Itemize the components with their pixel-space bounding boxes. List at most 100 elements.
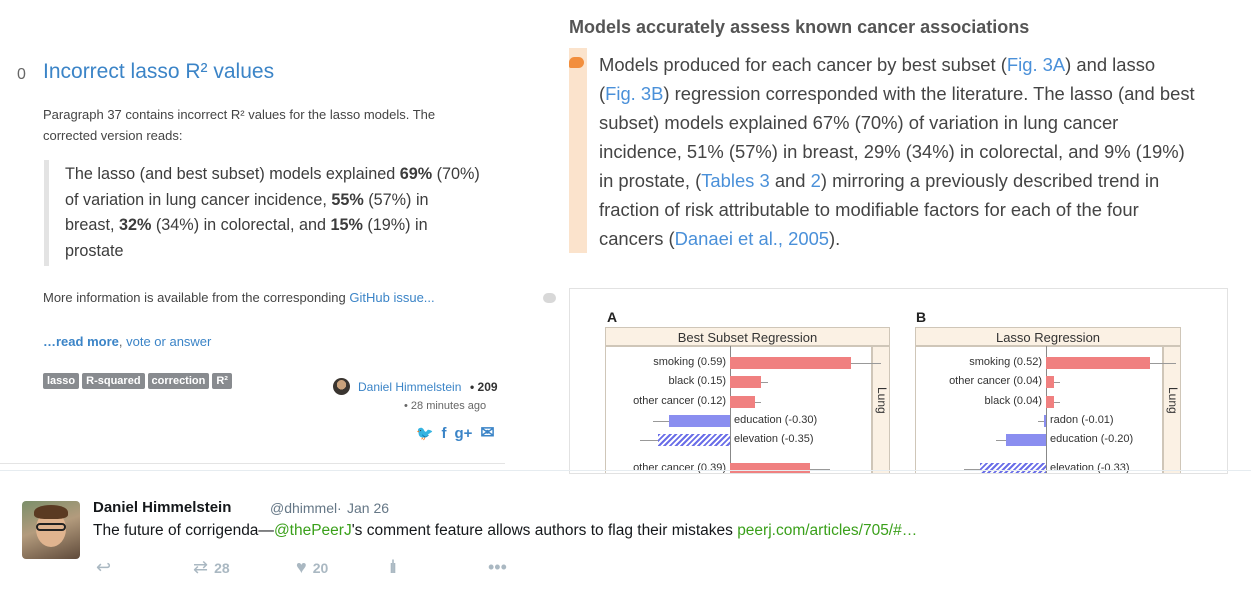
- question-title-link[interactable]: Incorrect lasso R² values: [43, 60, 274, 84]
- tag[interactable]: correction: [147, 373, 210, 389]
- panel-b-bar-label: other cancer (0.04): [949, 375, 1042, 387]
- tag[interactable]: lasso: [43, 373, 80, 389]
- retweet-button[interactable]: ⇄ 28: [193, 557, 230, 578]
- comment-bubble-icon[interactable]: [569, 57, 584, 68]
- google-plus-icon[interactable]: g+: [454, 425, 472, 442]
- tweet-author-name[interactable]: Daniel Himmelstein: [93, 499, 231, 516]
- panel-a-bar-label: black (0.15): [668, 375, 726, 387]
- author-name-link[interactable]: Daniel Himmelstein: [358, 380, 461, 394]
- paragraph-line: cancers (Danaei et al., 2005).: [599, 228, 841, 249]
- reply-icon: ↩: [96, 557, 112, 577]
- reference-link[interactable]: Danaei et al., 2005: [675, 228, 829, 249]
- panel-a-error-bar: [760, 382, 769, 383]
- panel-b-bar-label: radon (-0.01): [1050, 414, 1114, 426]
- panel-a-bar-label: elevation (-0.35): [734, 433, 814, 445]
- divider: [0, 470, 1251, 471]
- paragraph-line: in prostate, (Tables 3 and 2) mirroring …: [599, 170, 1160, 191]
- panel-a-bar-label: education (-0.30): [734, 414, 818, 426]
- tag-list: lasso R-squared correction R²: [43, 373, 232, 389]
- author-avatar[interactable]: [333, 378, 350, 395]
- panel-b-bar: [1006, 434, 1046, 446]
- panel-b-bar: [980, 463, 1046, 473]
- panel-a-bar: [730, 376, 761, 388]
- author-reputation: • 209: [470, 380, 498, 394]
- panel-b-title: Lasso Regression: [915, 327, 1181, 346]
- panel-letter-a: A: [607, 309, 618, 325]
- vote-or-answer-link[interactable]: vote or answer: [126, 334, 211, 349]
- panel-a-error-bar: [640, 440, 659, 441]
- paragraph-line: subset) models explained 67% (70%) of va…: [599, 112, 1119, 133]
- panel-a-bar-label: other cancer (0.39): [633, 462, 726, 474]
- comment-highlight-bar[interactable]: [569, 48, 587, 253]
- tweet-author-handle[interactable]: @dhimmel: [270, 500, 337, 516]
- panel-b-bar-label: education (-0.20): [1050, 433, 1134, 445]
- analytics-button[interactable]: ılı: [389, 557, 397, 578]
- paragraph-line: Models produced for each cancer by best …: [599, 54, 1156, 75]
- paragraph-line: fraction of risk attributable to modifia…: [599, 199, 1139, 220]
- quote-line: breast, 32% (34%) in colorectal, and 15%…: [65, 216, 428, 234]
- more-info-text: More information is available from the c…: [43, 290, 435, 305]
- paragraph-line: (Fig. 3B) regression corresponded with t…: [599, 83, 1195, 104]
- email-icon[interactable]: ✉: [480, 423, 494, 443]
- paragraph-line: incidence, 51% (57%) in breast, 29% (34%…: [599, 141, 1185, 162]
- question-description: Paragraph 37 contains incorrect R² value…: [43, 104, 483, 146]
- tweet-url-link[interactable]: peerj.com/articles/705/#…: [737, 522, 917, 539]
- separator: [0, 463, 505, 464]
- read-more-link[interactable]: …read more: [43, 334, 119, 349]
- panel-b-strip: Lung: [1163, 346, 1181, 473]
- reference-link[interactable]: 2: [811, 170, 821, 191]
- more-button[interactable]: •••: [488, 557, 507, 578]
- panel-b-error-bar: [996, 440, 1006, 441]
- panel-a-strip: Lung: [872, 346, 890, 473]
- panel-a-bar: [668, 415, 730, 427]
- facebook-icon[interactable]: f: [441, 425, 446, 442]
- panel-b-error-bar: [1038, 421, 1044, 422]
- post-time: • 28 minutes ago: [404, 400, 487, 412]
- panel-a-bar: [730, 357, 851, 369]
- tag[interactable]: R²: [212, 373, 232, 389]
- panel-b-bar: [1044, 415, 1046, 427]
- like-button[interactable]: ♥ 20: [296, 557, 328, 578]
- like-count: 20: [312, 559, 329, 576]
- vote-count: 0: [17, 66, 26, 83]
- separator-dot: ·: [337, 500, 342, 516]
- reply-button[interactable]: ↩: [96, 557, 111, 578]
- quote-line: of variation in lung cancer incidence, 5…: [65, 190, 429, 209]
- panel-a-error-bar: [653, 421, 669, 422]
- panel-a-error-bar: [754, 402, 761, 403]
- panel-b-bar: [1046, 396, 1054, 408]
- analytics-icon: ılı: [389, 557, 397, 577]
- panel-a-bar-label: other cancer (0.12): [633, 395, 726, 407]
- retweet-icon: ⇄: [193, 557, 209, 577]
- description-line: Paragraph 37 contains incorrect R² value…: [43, 107, 436, 122]
- reference-link[interactable]: Tables 3: [701, 170, 770, 191]
- tag[interactable]: R-squared: [82, 373, 145, 389]
- tweet-avatar[interactable]: [22, 501, 80, 559]
- github-issue-link[interactable]: GitHub issue...: [349, 290, 434, 305]
- quote-line: prostate: [65, 241, 124, 260]
- reference-link[interactable]: Fig. 3B: [605, 83, 663, 104]
- mention-link[interactable]: @thePeerJ: [274, 522, 352, 539]
- peerj-question-panel: 0 Incorrect lasso R² values Paragraph 37…: [0, 0, 510, 470]
- comment-bubble-icon[interactable]: [543, 293, 556, 303]
- panel-b-bar: [1046, 376, 1054, 388]
- panel-letter-b: B: [916, 309, 927, 325]
- panel-b-error-bar: [1054, 402, 1060, 403]
- panel-a-title: Best Subset Regression: [605, 327, 890, 346]
- quote-line: The lasso (and best subset) models expla…: [65, 165, 480, 183]
- panel-a-bar: [730, 463, 810, 473]
- article-paragraph: Models produced for each cancer by best …: [599, 50, 1239, 253]
- panel-b-error-bar: [1150, 363, 1176, 364]
- panel-b-bar-label: smoking (0.52): [969, 356, 1042, 368]
- tweet-date[interactable]: Jan 26: [347, 500, 389, 516]
- reference-link[interactable]: Fig. 3A: [1007, 54, 1065, 75]
- panel-a-bar: [658, 434, 730, 446]
- corrected-quote: The lasso (and best subset) models expla…: [44, 160, 504, 266]
- twitter-icon[interactable]: 🐦: [416, 425, 433, 442]
- figure-3: A B Best Subset Regression Lasso Regress…: [569, 288, 1228, 474]
- panel-b-bar-label: black (0.04): [984, 395, 1042, 407]
- panel-b-error-bar: [1054, 382, 1060, 383]
- tweet-text: The future of corrigenda—@thePeerJ's com…: [93, 522, 918, 539]
- panel-b-bar: [1046, 357, 1150, 369]
- read-more-row: …read more, vote or answer: [43, 334, 212, 349]
